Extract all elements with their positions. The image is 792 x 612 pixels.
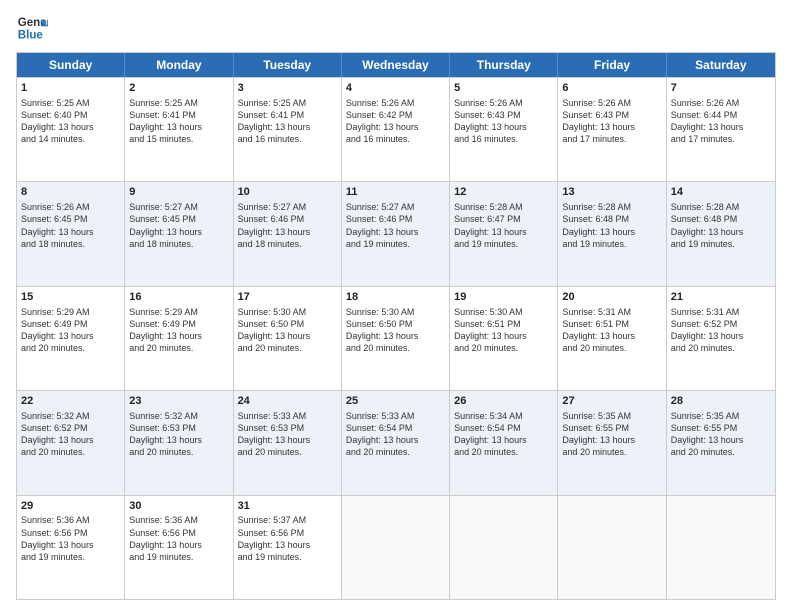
calendar-cell: 24Sunrise: 5:33 AMSunset: 6:53 PMDayligh… xyxy=(234,391,342,494)
logo-icon: General Blue xyxy=(16,12,48,44)
day-number: 3 xyxy=(238,81,337,96)
calendar-cell: 3Sunrise: 5:25 AMSunset: 6:41 PMDaylight… xyxy=(234,78,342,181)
calendar-cell: 11Sunrise: 5:27 AMSunset: 6:46 PMDayligh… xyxy=(342,182,450,285)
calendar-cell xyxy=(667,496,775,599)
header-day-tuesday: Tuesday xyxy=(234,53,342,77)
calendar-cell: 2Sunrise: 5:25 AMSunset: 6:41 PMDaylight… xyxy=(125,78,233,181)
calendar-cell: 7Sunrise: 5:26 AMSunset: 6:44 PMDaylight… xyxy=(667,78,775,181)
day-number: 7 xyxy=(671,81,771,96)
calendar-cell: 18Sunrise: 5:30 AMSunset: 6:50 PMDayligh… xyxy=(342,287,450,390)
calendar-cell: 8Sunrise: 5:26 AMSunset: 6:45 PMDaylight… xyxy=(17,182,125,285)
calendar-cell xyxy=(558,496,666,599)
day-number: 24 xyxy=(238,394,337,409)
calendar-body: 1Sunrise: 5:25 AMSunset: 6:40 PMDaylight… xyxy=(17,77,775,599)
calendar-cell: 19Sunrise: 5:30 AMSunset: 6:51 PMDayligh… xyxy=(450,287,558,390)
calendar-cell: 30Sunrise: 5:36 AMSunset: 6:56 PMDayligh… xyxy=(125,496,233,599)
calendar-cell: 25Sunrise: 5:33 AMSunset: 6:54 PMDayligh… xyxy=(342,391,450,494)
calendar-cell: 16Sunrise: 5:29 AMSunset: 6:49 PMDayligh… xyxy=(125,287,233,390)
calendar-cell: 14Sunrise: 5:28 AMSunset: 6:48 PMDayligh… xyxy=(667,182,775,285)
header-day-friday: Friday xyxy=(558,53,666,77)
calendar-cell: 28Sunrise: 5:35 AMSunset: 6:55 PMDayligh… xyxy=(667,391,775,494)
calendar-cell: 6Sunrise: 5:26 AMSunset: 6:43 PMDaylight… xyxy=(558,78,666,181)
calendar-cell: 27Sunrise: 5:35 AMSunset: 6:55 PMDayligh… xyxy=(558,391,666,494)
calendar-cell: 1Sunrise: 5:25 AMSunset: 6:40 PMDaylight… xyxy=(17,78,125,181)
day-number: 31 xyxy=(238,499,337,514)
calendar-cell: 23Sunrise: 5:32 AMSunset: 6:53 PMDayligh… xyxy=(125,391,233,494)
calendar-cell: 26Sunrise: 5:34 AMSunset: 6:54 PMDayligh… xyxy=(450,391,558,494)
day-number: 10 xyxy=(238,185,337,200)
day-number: 13 xyxy=(562,185,661,200)
day-number: 26 xyxy=(454,394,553,409)
day-number: 21 xyxy=(671,290,771,305)
calendar-cell: 5Sunrise: 5:26 AMSunset: 6:43 PMDaylight… xyxy=(450,78,558,181)
calendar-cell: 29Sunrise: 5:36 AMSunset: 6:56 PMDayligh… xyxy=(17,496,125,599)
day-number: 12 xyxy=(454,185,553,200)
day-number: 23 xyxy=(129,394,228,409)
logo: General Blue xyxy=(16,12,48,44)
calendar-row-4: 22Sunrise: 5:32 AMSunset: 6:52 PMDayligh… xyxy=(17,390,775,494)
page: General Blue SundayMondayTuesdayWednesda… xyxy=(0,0,792,612)
calendar-row-3: 15Sunrise: 5:29 AMSunset: 6:49 PMDayligh… xyxy=(17,286,775,390)
header-day-thursday: Thursday xyxy=(450,53,558,77)
svg-text:Blue: Blue xyxy=(18,30,44,42)
calendar-cell: 9Sunrise: 5:27 AMSunset: 6:45 PMDaylight… xyxy=(125,182,233,285)
calendar-cell: 13Sunrise: 5:28 AMSunset: 6:48 PMDayligh… xyxy=(558,182,666,285)
calendar-cell: 10Sunrise: 5:27 AMSunset: 6:46 PMDayligh… xyxy=(234,182,342,285)
calendar-header: SundayMondayTuesdayWednesdayThursdayFrid… xyxy=(17,53,775,77)
day-number: 8 xyxy=(21,185,120,200)
day-number: 9 xyxy=(129,185,228,200)
calendar-cell: 22Sunrise: 5:32 AMSunset: 6:52 PMDayligh… xyxy=(17,391,125,494)
calendar-cell: 12Sunrise: 5:28 AMSunset: 6:47 PMDayligh… xyxy=(450,182,558,285)
day-number: 4 xyxy=(346,81,445,96)
calendar-cell: 4Sunrise: 5:26 AMSunset: 6:42 PMDaylight… xyxy=(342,78,450,181)
calendar-cell xyxy=(342,496,450,599)
calendar-cell: 21Sunrise: 5:31 AMSunset: 6:52 PMDayligh… xyxy=(667,287,775,390)
day-number: 5 xyxy=(454,81,553,96)
day-number: 25 xyxy=(346,394,445,409)
day-number: 22 xyxy=(21,394,120,409)
day-number: 29 xyxy=(21,499,120,514)
calendar-cell: 15Sunrise: 5:29 AMSunset: 6:49 PMDayligh… xyxy=(17,287,125,390)
calendar-row-1: 1Sunrise: 5:25 AMSunset: 6:40 PMDaylight… xyxy=(17,77,775,181)
day-number: 11 xyxy=(346,185,445,200)
day-number: 15 xyxy=(21,290,120,305)
day-number: 20 xyxy=(562,290,661,305)
day-number: 28 xyxy=(671,394,771,409)
day-number: 14 xyxy=(671,185,771,200)
header: General Blue xyxy=(16,12,776,44)
day-number: 2 xyxy=(129,81,228,96)
day-number: 18 xyxy=(346,290,445,305)
day-number: 16 xyxy=(129,290,228,305)
header-day-wednesday: Wednesday xyxy=(342,53,450,77)
header-day-monday: Monday xyxy=(125,53,233,77)
header-day-saturday: Saturday xyxy=(667,53,775,77)
day-number: 30 xyxy=(129,499,228,514)
day-number: 1 xyxy=(21,81,120,96)
calendar-cell: 20Sunrise: 5:31 AMSunset: 6:51 PMDayligh… xyxy=(558,287,666,390)
calendar-row-5: 29Sunrise: 5:36 AMSunset: 6:56 PMDayligh… xyxy=(17,495,775,599)
calendar: SundayMondayTuesdayWednesdayThursdayFrid… xyxy=(16,52,776,600)
calendar-cell: 17Sunrise: 5:30 AMSunset: 6:50 PMDayligh… xyxy=(234,287,342,390)
day-number: 19 xyxy=(454,290,553,305)
calendar-row-2: 8Sunrise: 5:26 AMSunset: 6:45 PMDaylight… xyxy=(17,181,775,285)
day-number: 17 xyxy=(238,290,337,305)
calendar-cell xyxy=(450,496,558,599)
day-number: 6 xyxy=(562,81,661,96)
calendar-cell: 31Sunrise: 5:37 AMSunset: 6:56 PMDayligh… xyxy=(234,496,342,599)
day-number: 27 xyxy=(562,394,661,409)
header-day-sunday: Sunday xyxy=(17,53,125,77)
